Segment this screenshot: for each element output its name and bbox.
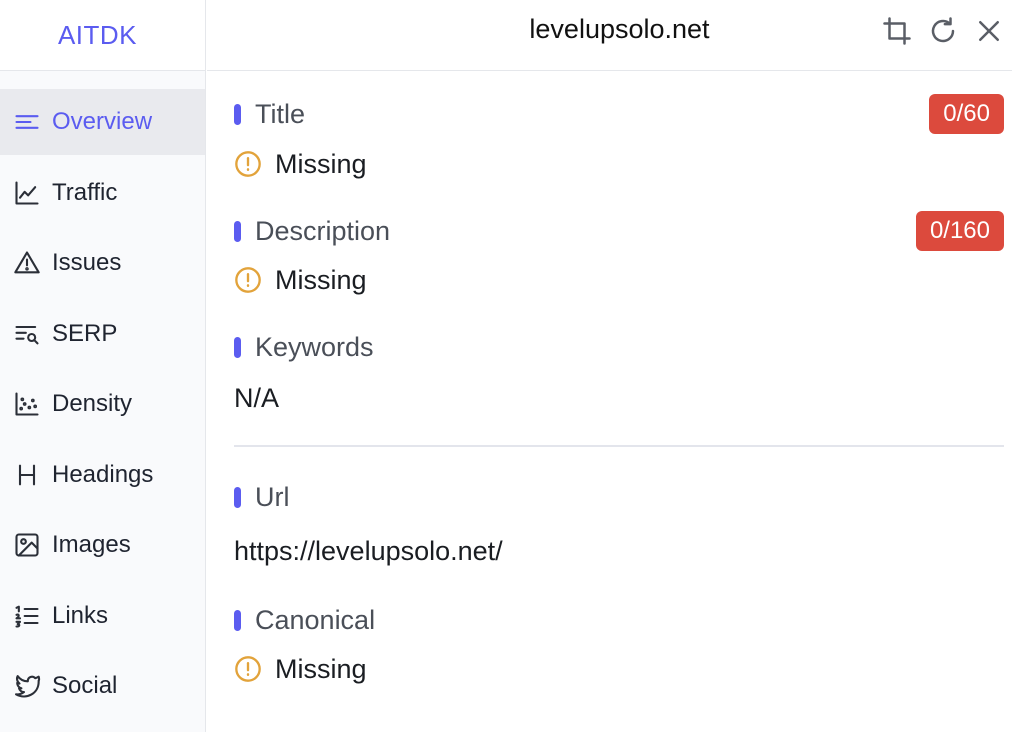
twitter-bird-icon [12, 671, 42, 701]
warning-triangle-icon [12, 248, 42, 278]
sidebar-item-serp[interactable]: SERP [0, 301, 205, 367]
brand-logo[interactable]: AITDK [0, 0, 205, 71]
sidebar-item-label: Images [52, 531, 131, 558]
keywords-section: Keywords N/A [234, 330, 1004, 415]
section-title: Canonical [255, 604, 376, 635]
section-marker [234, 486, 241, 508]
sidebar-item-label: Headings [52, 460, 154, 488]
title-section: Title 0/60 Missing [234, 94, 1004, 181]
section-title: Url [255, 481, 290, 512]
sidebar: AITDK Overview Traffic Issues SERP Densi… [0, 0, 206, 732]
sidebar-item-overview[interactable]: Overview [0, 89, 205, 155]
section-title: Keywords [255, 331, 374, 362]
section-marker [234, 609, 241, 631]
description-section: Description 0/160 Missing [234, 211, 1004, 297]
keywords-value: N/A [234, 382, 280, 413]
sidebar-item-issues[interactable]: Issues [0, 230, 205, 296]
section-marker [234, 103, 241, 125]
sidebar-item-traffic[interactable]: Traffic [0, 160, 205, 226]
image-icon [12, 530, 42, 560]
sidebar-item-label: Social [52, 672, 118, 699]
overview-icon [12, 107, 42, 137]
sidebar-item-label: SERP [52, 319, 118, 347]
brand-name: AITDK [57, 19, 138, 50]
header: levelupsolo.net [207, 0, 1012, 71]
sidebar-item-density[interactable]: Density [0, 371, 205, 437]
header-toolbar [878, 14, 1008, 48]
canonical-section: Canonical Missing [234, 603, 1004, 686]
density-scatter-icon [12, 389, 42, 419]
description-length-badge: 0/160 [915, 211, 1004, 251]
sidebar-item-label: Density [52, 390, 133, 417]
section-marker [234, 336, 241, 358]
section-title: Description [255, 215, 391, 246]
heading-h-icon [12, 460, 42, 490]
crop-icon[interactable] [878, 14, 916, 48]
warning-circle-icon [234, 655, 262, 683]
sidebar-item-label: Overview [52, 108, 153, 135]
url-value[interactable]: https://levelupsolo.net/ [234, 536, 503, 567]
section-marker [234, 220, 241, 242]
description-value: Missing [275, 264, 367, 295]
serp-search-icon [12, 319, 42, 349]
sidebar-item-label: Traffic [52, 178, 118, 206]
sidebar-item-social[interactable]: Social [0, 653, 205, 719]
section-divider [234, 445, 1004, 447]
canonical-value: Missing [275, 653, 367, 684]
url-section: Url https://levelupsolo.net/ [234, 480, 1004, 568]
title-value: Missing [275, 148, 367, 179]
sidebar-item-label: Issues [52, 249, 122, 276]
close-icon[interactable] [970, 14, 1008, 48]
list-links-icon [12, 601, 42, 631]
sidebar-item-label: Links [52, 601, 109, 629]
sidebar-item-headings[interactable]: Headings [0, 442, 205, 508]
section-title: Title [255, 98, 306, 129]
traffic-chart-icon [12, 178, 42, 208]
warning-circle-icon [234, 266, 262, 294]
refresh-icon[interactable] [924, 14, 962, 48]
sidebar-nav: Overview Traffic Issues SERP Density Hea… [0, 71, 205, 719]
warning-circle-icon [234, 150, 262, 178]
sidebar-item-images[interactable]: Images [0, 512, 205, 578]
sidebar-item-links[interactable]: Links [0, 583, 205, 649]
title-length-badge: 0/60 [929, 94, 1004, 134]
